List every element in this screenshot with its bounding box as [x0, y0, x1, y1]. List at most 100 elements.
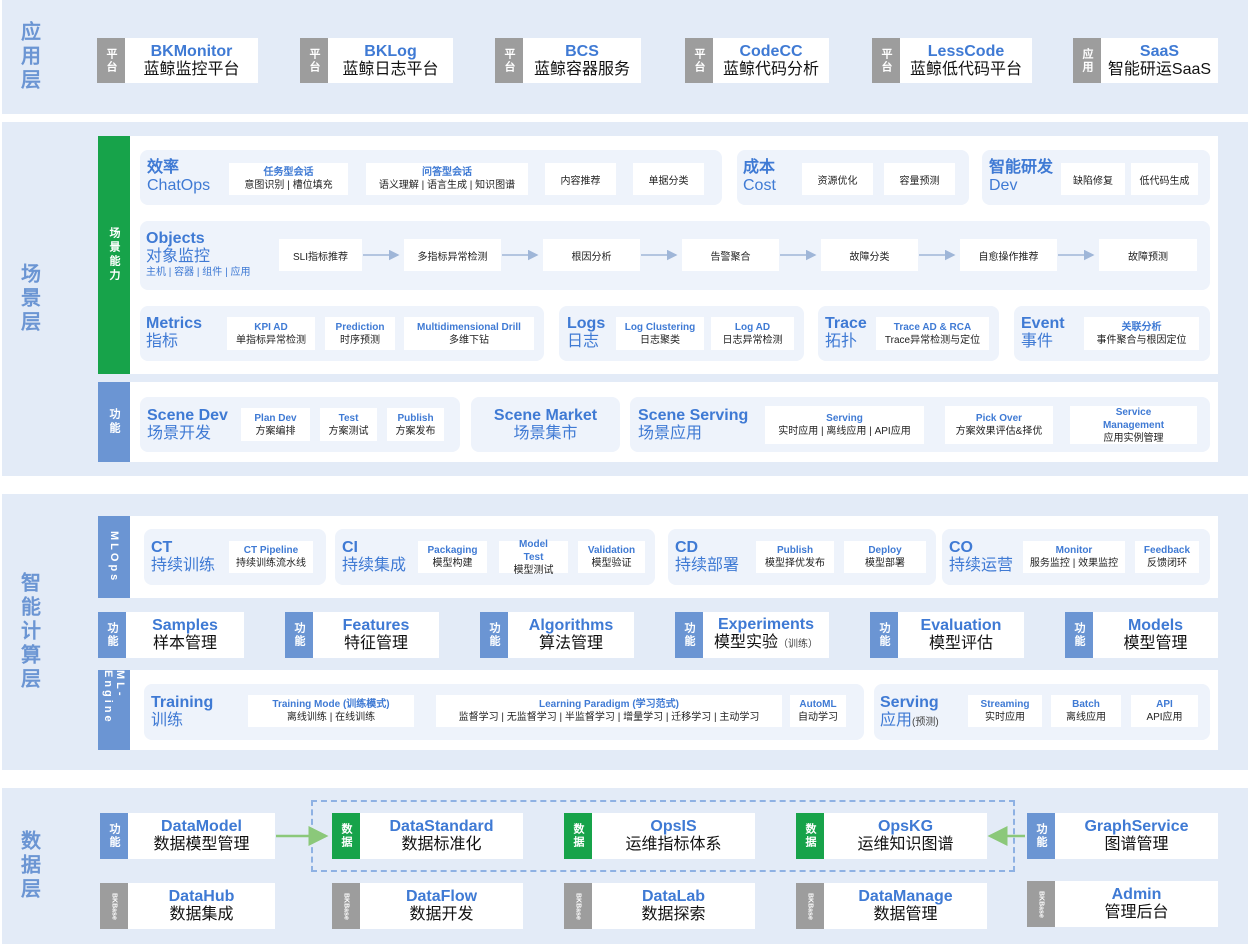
- data-card-datalab[interactable]: BKBase DataLab 数据探索: [564, 883, 755, 929]
- chatops-qa-dialog[interactable]: 问答型会话 语义理解 | 语言生成 | 知识图谱: [366, 163, 528, 195]
- trace-ad-rca[interactable]: Trace AD & RCA Trace异常检测与定位: [876, 317, 989, 350]
- data-card-datahub[interactable]: BKBase DataHub 数据集成: [100, 883, 275, 929]
- scene-pickover-item[interactable]: Pick Over 方案效果评估&择优: [945, 406, 1053, 444]
- co-monitor[interactable]: Monitor 服务监控 | 效果监控: [1023, 541, 1125, 573]
- box-desc: 离线应用: [1066, 712, 1106, 723]
- func-card-evaluation[interactable]: 功能 Evaluation 模型评估: [870, 612, 1024, 658]
- dev-defect-fix[interactable]: 缺陷修复: [1061, 163, 1125, 195]
- layer-label-data: 数据层: [17, 830, 40, 902]
- layer-label-app: 应用层: [17, 21, 40, 93]
- card-title-zh: 蓝鲸容器服务: [533, 60, 630, 78]
- func-card-experiments[interactable]: 功能 Experiments 模型实验（训练）: [675, 612, 829, 658]
- app-card-lesscode[interactable]: 平台 LessCode 蓝鲸低代码平台: [872, 38, 1032, 83]
- card-tag: BKBase: [332, 883, 360, 929]
- card-title-en: LessCode: [927, 42, 1005, 60]
- func-card-features[interactable]: 功能 Features 特征管理: [285, 612, 439, 658]
- serving-batch[interactable]: Batch 离线应用: [1051, 695, 1121, 727]
- app-card-codecc[interactable]: 平台 CodeCC 蓝鲸代码分析: [685, 38, 829, 83]
- learning-paradigm[interactable]: Learning Paradigm (学习范式) 监督学习 | 无监督学习 | 半…: [436, 695, 782, 727]
- cost-resource-optimize[interactable]: 资源优化: [802, 163, 873, 195]
- box-desc: 语义理解 | 语言生成 | 知识图谱: [378, 180, 516, 191]
- card-title-note: （训练）: [778, 639, 818, 650]
- box-label: 资源优化: [817, 175, 858, 187]
- func-card-models[interactable]: 功能 Models 模型管理: [1065, 612, 1218, 658]
- box-title: Serving: [826, 413, 863, 424]
- box-title: Model Test: [519, 538, 548, 563]
- card-tag: 平台: [685, 38, 713, 83]
- mlops-sidebar: MLOps: [98, 516, 130, 598]
- metrics-drill[interactable]: Multidimensional Drill 多维下钻: [404, 317, 534, 350]
- serving-streaming[interactable]: Streaming 实时应用: [968, 695, 1042, 727]
- card-title-en: Evaluation: [920, 617, 1002, 634]
- serving-api[interactable]: API API应用: [1131, 695, 1198, 727]
- app-card-saas[interactable]: 应用 SaaS 智能研运SaaS: [1073, 38, 1218, 83]
- card-title-zh: 模型评估: [928, 635, 993, 652]
- training-mode[interactable]: Training Mode (训练模式) 离线训练 | 在线训练: [248, 695, 414, 727]
- cost-capacity-forecast[interactable]: 容量预测: [884, 163, 955, 195]
- card-title-zh: 管理后台: [1104, 904, 1169, 921]
- scene-serving-item[interactable]: Serving 实时应用 | 离线应用 | API应用: [765, 406, 924, 444]
- scene-serving-title: Scene Serving 场景应用: [638, 407, 748, 443]
- data-card-graphservice[interactable]: 功能 GraphService 图谱管理: [1027, 813, 1218, 859]
- event-correlation[interactable]: 关联分析 事件聚合与根因定位: [1084, 317, 1199, 350]
- cd-publish[interactable]: Publish 模型择优发布: [756, 541, 834, 573]
- scene-dev-test[interactable]: Test 方案测试: [320, 408, 377, 441]
- title-zh: 持续运营: [949, 557, 1014, 574]
- chatops-ticket-classify[interactable]: 单据分类: [633, 163, 704, 195]
- box-desc: 模型测试: [513, 564, 554, 576]
- title-zh: 事件: [1021, 333, 1054, 350]
- co-feedback[interactable]: Feedback 反馈闭环: [1135, 541, 1199, 573]
- card-tag: 功能: [1065, 612, 1093, 658]
- card-title-en: DataHub: [168, 888, 235, 905]
- chatops-content-recommend[interactable]: 内容推荐: [545, 163, 616, 195]
- card-tag: 平台: [97, 38, 125, 83]
- logs-ad[interactable]: Log AD 日志异常检测: [711, 317, 794, 350]
- box-label: 容量预测: [899, 175, 940, 187]
- box-title: Learning Paradigm (学习范式): [538, 699, 679, 710]
- box-desc: Trace异常检测与定位: [884, 334, 981, 346]
- title-zh-row: 应用(预测): [880, 712, 939, 732]
- event-title: Event 事件: [1021, 315, 1065, 351]
- app-card-bkmonitor[interactable]: 平台 BKMonitor 蓝鲸监控平台: [97, 38, 258, 83]
- scene-service-mgmt-item[interactable]: Service Management 应用实例管理: [1070, 406, 1197, 444]
- func-card-algorithms[interactable]: 功能 Algorithms 算法管理: [480, 612, 634, 658]
- box-desc: 持续训练流水线: [236, 558, 306, 569]
- ci-model-test[interactable]: Model Test 模型测试: [499, 538, 568, 576]
- data-card-datamodel[interactable]: 功能 DataModel 数据模型管理: [100, 813, 275, 859]
- logs-clustering[interactable]: Log Clustering 日志聚类: [616, 317, 704, 350]
- card-title-en: DataModel: [161, 818, 242, 835]
- card-title-en: Admin: [1111, 886, 1162, 903]
- card-title-zh-row: 模型实验（训练）: [714, 634, 818, 654]
- box-desc: 模型验证: [591, 558, 632, 569]
- automl[interactable]: AutoML 自动学习: [790, 695, 846, 727]
- card-title-zh: 智能研运SaaS: [1107, 60, 1212, 78]
- logs-title: Logs 日志: [567, 315, 605, 351]
- card-title-zh: 蓝鲸日志平台: [342, 60, 439, 78]
- ct-pipeline[interactable]: CT Pipeline 持续训练流水线: [229, 541, 313, 573]
- chatops-task-dialog[interactable]: 任务型会话 意图识别 | 槽位填充: [229, 163, 348, 195]
- scene-dev-plan[interactable]: Plan Dev 方案编排: [241, 408, 310, 441]
- layer-label-scene: 场景层: [17, 263, 40, 335]
- ci-validation[interactable]: Validation 模型验证: [578, 541, 645, 573]
- ct-title: CT 持续训练: [151, 539, 215, 575]
- metrics-prediction[interactable]: Prediction 时序预测: [325, 317, 395, 350]
- card-title-zh: 数据探索: [641, 906, 706, 923]
- func-card-samples[interactable]: 功能 Samples 样本管理: [98, 612, 244, 658]
- card-title-en: SaaS: [1139, 42, 1180, 60]
- app-card-bcs[interactable]: 平台 BCS 蓝鲸容器服务: [495, 38, 641, 83]
- dev-lowcode-gen[interactable]: 低代码生成: [1131, 163, 1198, 195]
- box-desc: 应用实例管理: [1103, 432, 1164, 444]
- data-card-datamanage[interactable]: BKBase DataManage 数据管理: [796, 883, 987, 929]
- metrics-kpi-ad[interactable]: KPI AD 单指标异常检测: [227, 317, 315, 350]
- metrics-title: Metrics 指标: [146, 315, 202, 351]
- box-desc: 单指标异常检测: [236, 334, 306, 346]
- app-card-bklog[interactable]: 平台 BKLog 蓝鲸日志平台: [300, 38, 453, 83]
- ci-packaging[interactable]: Packaging 模型构建: [418, 541, 487, 573]
- card-title-zh: 蓝鲸监控平台: [143, 60, 240, 78]
- data-card-admin[interactable]: BKBase Admin 管理后台: [1027, 881, 1218, 927]
- cd-deploy[interactable]: Deploy 模型部署: [844, 541, 926, 573]
- card-tag: 功能: [870, 612, 898, 658]
- scene-dev-publish[interactable]: Publish 方案发布: [387, 408, 444, 441]
- box-desc: 模型部署: [865, 558, 905, 569]
- data-card-dataflow[interactable]: BKBase DataFlow 数据开发: [332, 883, 523, 929]
